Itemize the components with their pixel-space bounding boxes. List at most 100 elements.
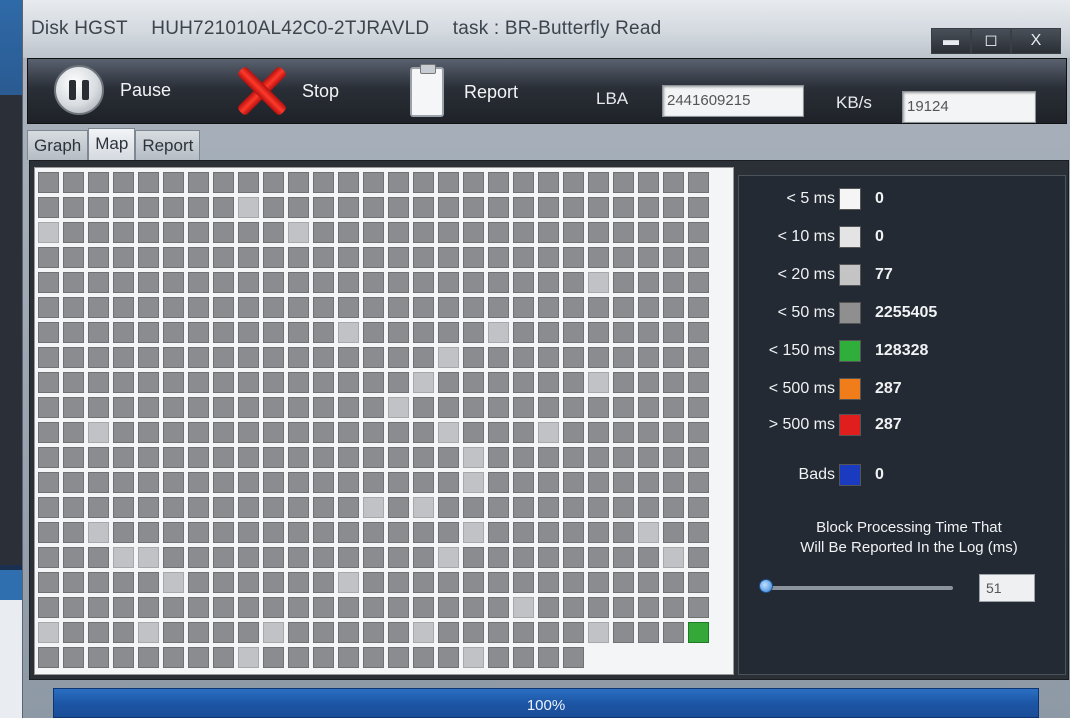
map-block [163,172,184,193]
map-block [363,647,384,668]
map-block [163,497,184,518]
map-block [188,247,209,268]
map-block [663,522,684,543]
map-block [638,247,659,268]
map-block [438,272,459,293]
block-time-value-field[interactable]: 51 [979,574,1035,602]
map-block [488,547,509,568]
map-block [338,447,359,468]
title-bar: Disk HGST HUH721010AL42C0-2TJRAVLD task … [23,0,1070,58]
map-block [663,622,684,643]
title-task: task : BR-Butterfly Read [452,18,662,39]
map-block [163,547,184,568]
map-block [288,447,309,468]
report-button[interactable]: Report [410,64,518,117]
map-block [88,172,109,193]
map-block [113,272,134,293]
map-block [288,197,309,218]
map-block [688,272,709,293]
map-block [88,222,109,243]
map-block [313,222,334,243]
map-block [463,647,484,668]
map-block [463,347,484,368]
map-block [188,197,209,218]
map-block [463,547,484,568]
stop-button[interactable]: Stop [234,63,339,119]
legend-row-gt500ms: > 500 ms 287 [739,412,1067,440]
map-block [338,622,359,643]
map-block [513,347,534,368]
map-block [688,572,709,593]
map-block [138,497,159,518]
block-time-slider-thumb[interactable] [759,579,773,593]
map-block [638,172,659,193]
map-block [288,322,309,343]
block-map-grid [38,172,709,668]
tab-graph[interactable]: Graph [27,130,89,160]
map-block [238,522,259,543]
map-block [213,197,234,218]
map-block [163,297,184,318]
map-block [363,322,384,343]
map-block [213,397,234,418]
map-block [613,347,634,368]
map-block [213,447,234,468]
map-block [463,372,484,393]
map-block [538,222,559,243]
map-block [63,572,84,593]
map-block [438,422,459,443]
map-block [388,347,409,368]
map-block [213,472,234,493]
map-block [63,347,84,368]
map-block [363,622,384,643]
minimize-button[interactable]: ▬ [931,28,971,54]
map-block [38,247,59,268]
map-block [338,247,359,268]
map-block [288,372,309,393]
legend-label: > 500 ms [768,416,835,433]
map-block [513,372,534,393]
clipboard-icon [410,64,444,117]
map-block [188,447,209,468]
map-block [388,222,409,243]
map-block [438,372,459,393]
maximize-button[interactable]: ◻ [971,28,1011,54]
map-block [63,322,84,343]
map-block [538,597,559,618]
tab-map[interactable]: Map [88,128,136,160]
pause-button[interactable]: Pause [54,65,171,115]
legend-count: 287 [875,416,902,433]
map-block [438,522,459,543]
close-button[interactable]: X [1011,28,1061,54]
map-block [38,522,59,543]
map-block [63,497,84,518]
app-window: Disk HGST HUH721010AL42C0-2TJRAVLD task … [22,0,1070,718]
tab-report[interactable]: Report [135,130,201,160]
map-block [538,497,559,518]
map-block [338,547,359,568]
map-block [638,397,659,418]
title-disk: Disk HGST [31,18,128,39]
map-block [663,547,684,568]
map-block [38,597,59,618]
map-block [213,497,234,518]
desktop-background-left [0,0,22,718]
map-block [338,572,359,593]
map-block [138,597,159,618]
map-block [288,272,309,293]
map-block [613,247,634,268]
legend-count: 0 [875,466,884,483]
map-block [88,647,109,668]
legend-count: 128328 [875,342,929,359]
map-block [638,372,659,393]
map-block [188,547,209,568]
map-block [338,422,359,443]
legend-swatch [839,378,861,400]
map-block [638,497,659,518]
map-block [613,172,634,193]
map-block [263,172,284,193]
map-block [488,197,509,218]
map-block [38,422,59,443]
map-block [463,222,484,243]
block-time-slider-track[interactable] [763,586,953,590]
